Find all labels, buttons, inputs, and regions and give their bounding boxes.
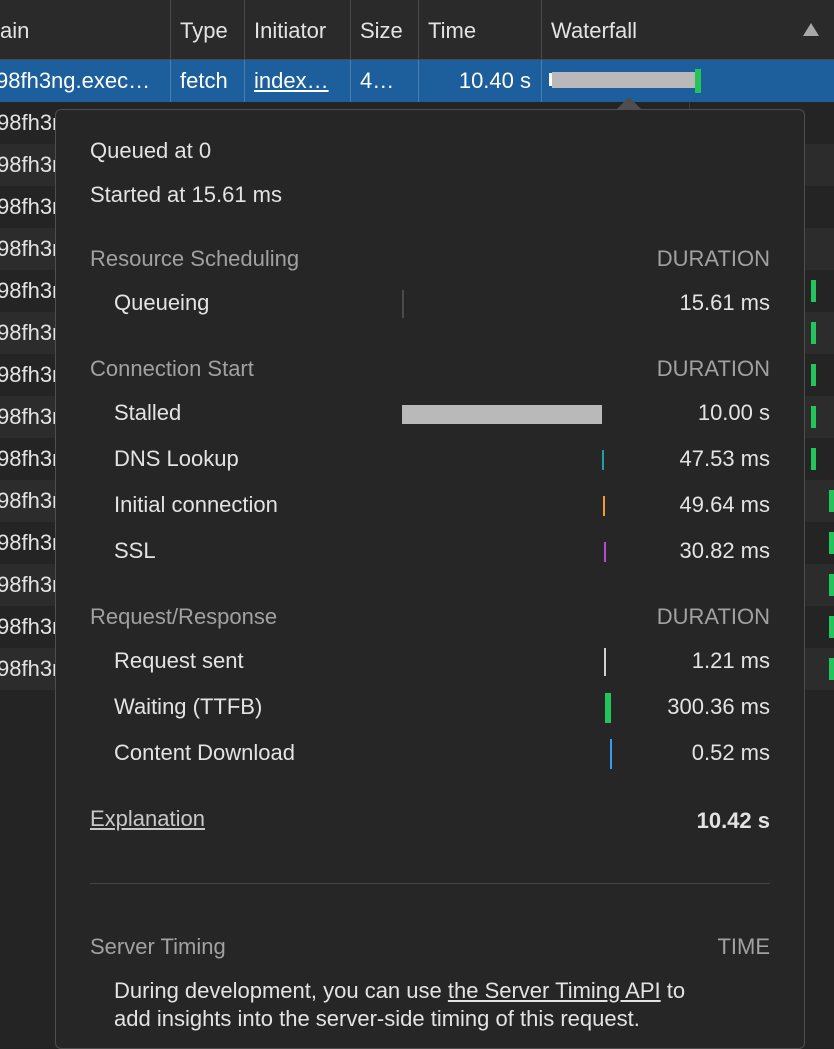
column-header-waterfall[interactable]: Waterfall xyxy=(542,0,834,60)
timing-value-initial-connection: 49.64 ms xyxy=(679,492,771,517)
waterfall-ttfb-bar xyxy=(695,69,701,93)
timing-label-content-download: Content Download xyxy=(114,740,296,765)
request-initiator-link[interactable]: index… xyxy=(245,60,351,102)
row-waterfall-tick xyxy=(829,616,834,638)
section-title-server-timing: Server Timing xyxy=(90,934,226,959)
timing-label-queueing: Queueing xyxy=(114,290,210,315)
row-waterfall-tick xyxy=(829,490,834,512)
timing-label-ssl: SSL xyxy=(114,538,156,563)
request-sent-bar xyxy=(604,648,606,676)
duration-header: DURATION xyxy=(656,356,770,381)
explanation-link[interactable]: Explanation xyxy=(90,806,205,832)
time-header: TIME xyxy=(717,934,770,959)
network-table-header: ain Type Initiator Size Time Waterfall xyxy=(0,0,834,60)
column-header-size[interactable]: Size xyxy=(351,0,419,60)
timing-popup: Queued at 0 Started at 15.61 ms Resource… xyxy=(55,109,805,1049)
section-title-connection-start: Connection Start xyxy=(90,356,254,381)
duration-header: DURATION xyxy=(656,246,770,271)
timing-value-queueing: 15.61 ms xyxy=(679,290,771,315)
content-download-bar xyxy=(610,739,612,769)
row-waterfall-tick xyxy=(829,574,834,596)
row-waterfall-tick xyxy=(811,448,816,470)
server-timing-description-line2: add insights into the server-side timing… xyxy=(114,1006,640,1031)
column-header-type[interactable]: Type xyxy=(171,0,245,60)
section-title-request-response: Request/Response xyxy=(90,604,278,629)
row-waterfall-tick xyxy=(811,406,816,428)
dns-lookup-bar xyxy=(602,450,604,470)
timing-label-dns-lookup: DNS Lookup xyxy=(114,446,239,471)
timing-label-waiting-ttfb: Waiting (TTFB) xyxy=(114,694,263,719)
column-header-time[interactable]: Time xyxy=(419,0,542,60)
popup-caret xyxy=(617,97,641,109)
duration-header: DURATION xyxy=(656,604,770,629)
row-waterfall-tick xyxy=(829,658,834,680)
timing-value-stalled: 10.00 s xyxy=(697,400,770,425)
timing-value-waiting-ttfb: 300.36 ms xyxy=(667,694,770,719)
divider xyxy=(90,883,770,884)
total-duration: 10.42 s xyxy=(696,808,770,833)
timing-value-request-sent: 1.21 ms xyxy=(691,648,770,673)
sort-ascending-icon[interactable] xyxy=(803,23,819,36)
timing-value-content-download: 0.52 ms xyxy=(691,740,770,765)
stalled-bar xyxy=(402,405,602,424)
selected-request-row[interactable]: 98fh3ng.exec… fetch index… 4… 10.40 s xyxy=(0,60,834,102)
server-timing-api-link[interactable]: the Server Timing API xyxy=(448,978,661,1003)
column-header-domain[interactable]: ain xyxy=(0,0,171,60)
started-at: Started at 15.61 ms xyxy=(90,182,282,207)
timing-value-dns-lookup: 47.53 ms xyxy=(679,446,771,471)
waterfall-stalled-bar xyxy=(552,72,695,88)
request-type: fetch xyxy=(171,60,245,102)
timing-value-ssl: 30.82 ms xyxy=(679,538,771,563)
request-time: 10.40 s xyxy=(419,60,542,102)
ttfb-bar xyxy=(605,693,611,723)
queued-at: Queued at 0 xyxy=(90,138,212,163)
request-name: 98fh3ng.exec… xyxy=(0,60,171,102)
row-waterfall-tick xyxy=(811,364,816,386)
timing-label-initial-connection: Initial connection xyxy=(114,492,278,517)
row-waterfall-tick xyxy=(811,280,816,302)
section-title-resource-scheduling: Resource Scheduling xyxy=(90,246,300,271)
server-timing-description: During development, you can use the Serv… xyxy=(114,978,686,1003)
timing-label-stalled: Stalled xyxy=(114,400,182,425)
timing-label-request-sent: Request sent xyxy=(114,648,244,673)
request-size: 4… xyxy=(351,60,419,102)
column-header-initiator[interactable]: Initiator xyxy=(245,0,351,60)
ssl-bar xyxy=(604,542,606,562)
row-waterfall-tick xyxy=(811,322,816,344)
initial-connection-bar xyxy=(603,496,605,516)
row-waterfall-tick xyxy=(829,532,834,554)
queueing-bar xyxy=(402,290,404,318)
